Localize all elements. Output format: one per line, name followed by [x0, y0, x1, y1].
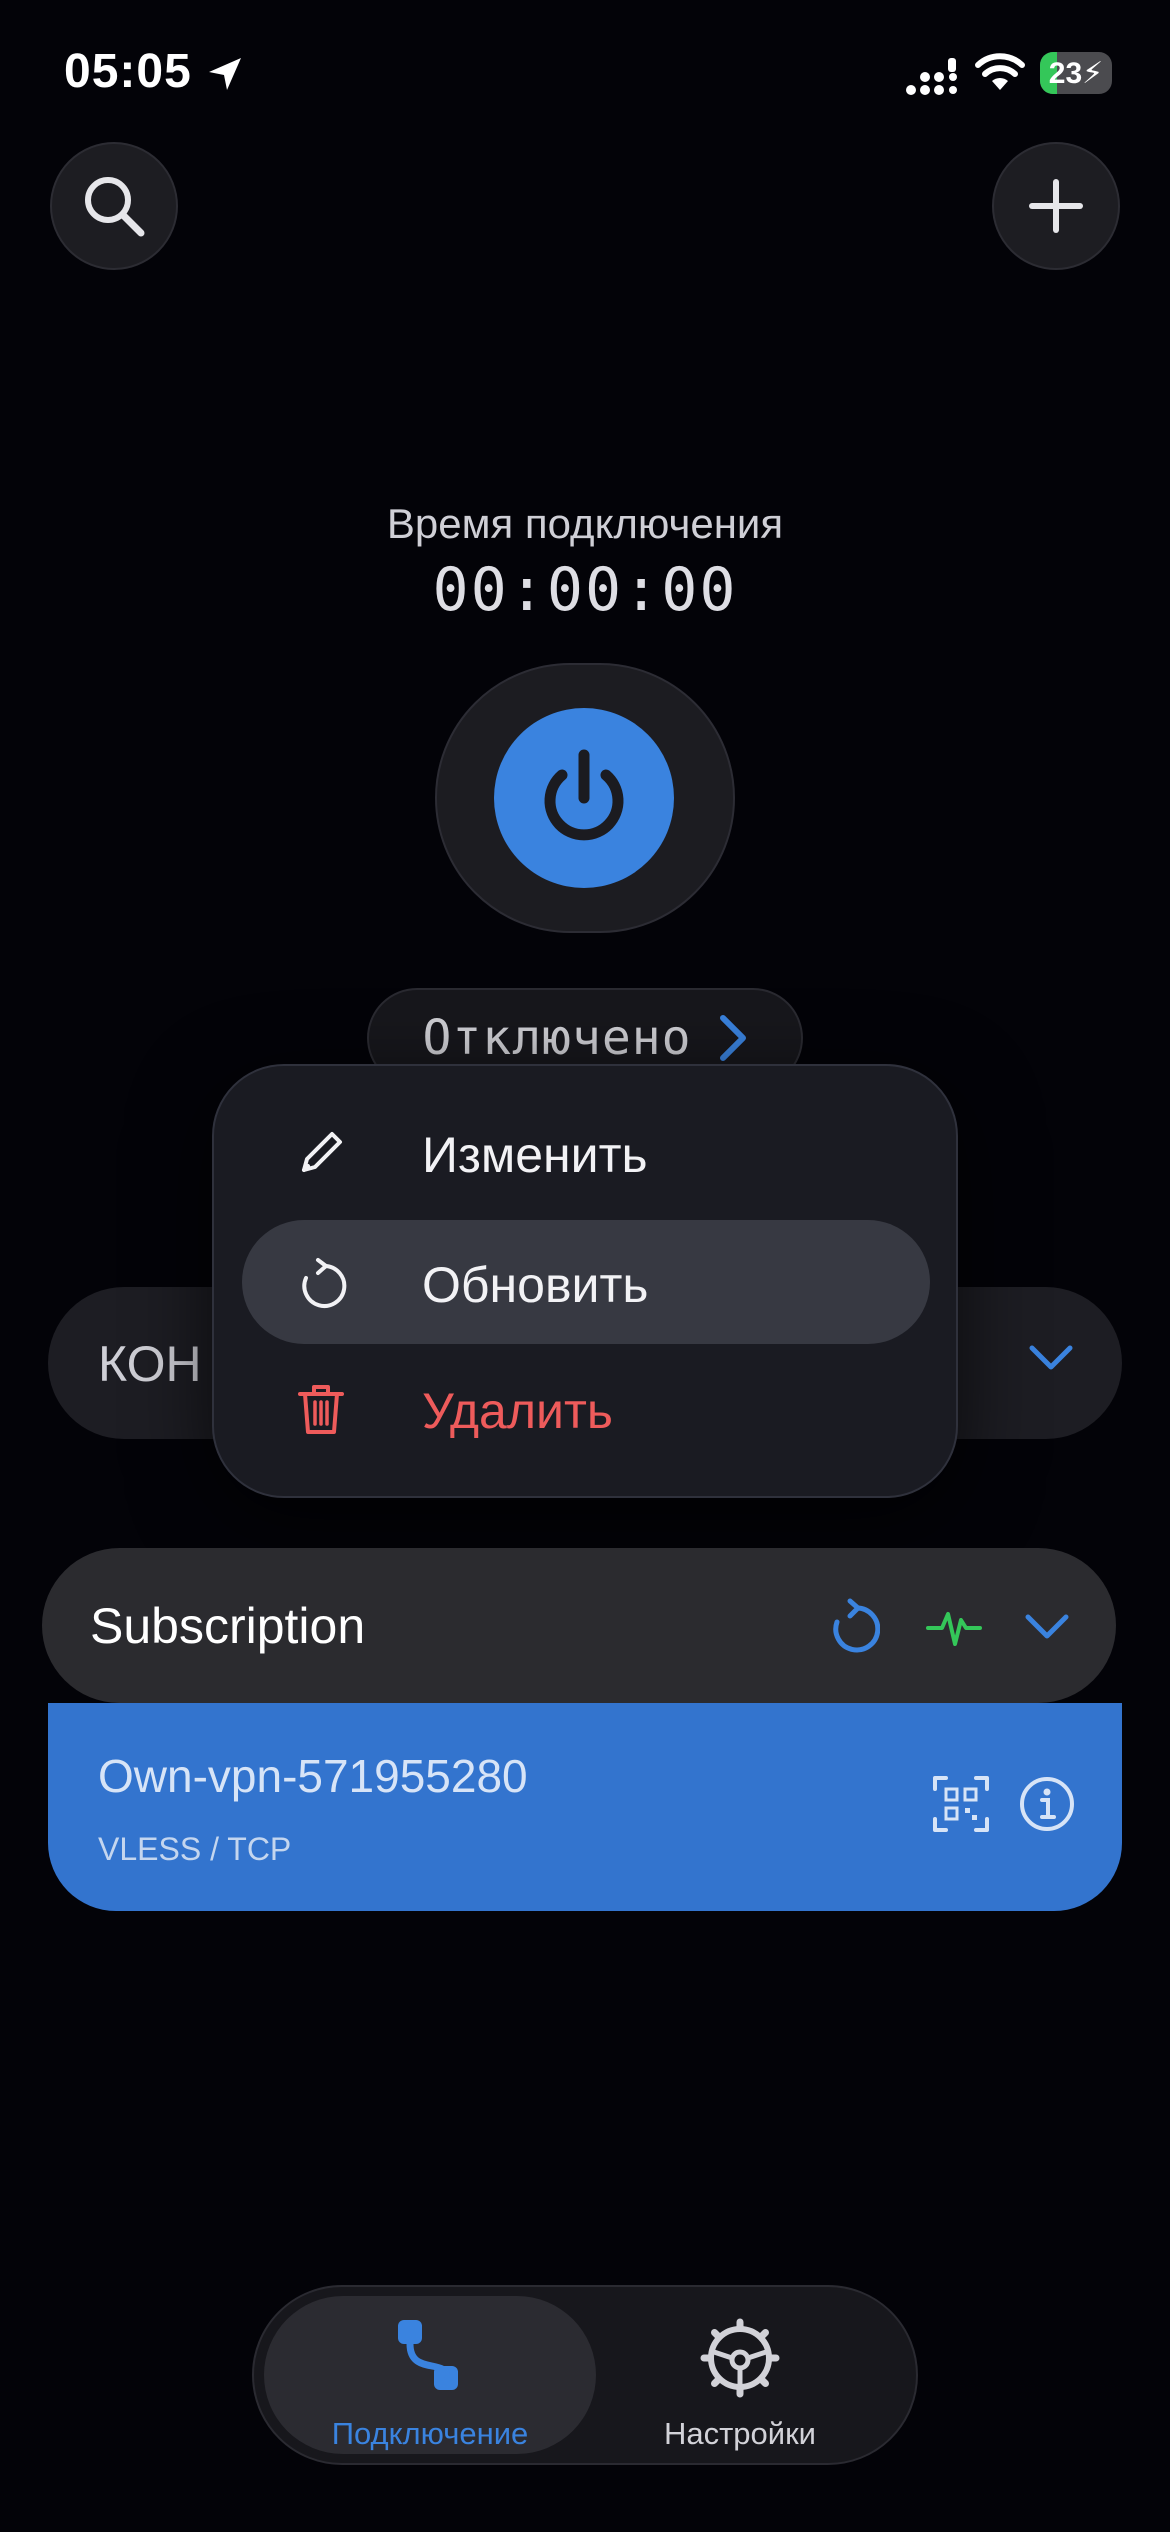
connection-time-label: Время подключения: [386, 500, 784, 547]
power-button[interactable]: [494, 708, 674, 888]
cellular-signal-icon: [906, 58, 957, 95]
health-check-icon[interactable]: [926, 1600, 982, 1654]
menu-item-edit[interactable]: Изменить: [242, 1090, 930, 1214]
tab-label: Настройки: [663, 2416, 816, 2451]
subscription-header[interactable]: Subscription: [42, 1548, 1116, 1703]
server-item[interactable]: Own-vpn-571955280 VLESS / TCP: [48, 1703, 1122, 1911]
location-arrow-icon: [209, 58, 241, 90]
refresh-subscription-icon[interactable]: [824, 1598, 880, 1656]
trash-icon: [298, 1385, 344, 1434]
chevron-down-icon[interactable]: [1024, 1612, 1070, 1642]
menu-item-label: Изменить: [422, 1127, 648, 1183]
config-label: КОН: [98, 1336, 202, 1392]
pencil-icon: [302, 1132, 342, 1172]
chevron-down-icon: [1029, 1345, 1073, 1370]
chevron-right-icon: [719, 1015, 746, 1061]
battery-indicator: 23⚡: [1040, 52, 1112, 94]
battery-level: 23: [1048, 57, 1083, 90]
server-name: Own-vpn-571955280: [98, 1750, 528, 1802]
menu-item-delete[interactable]: Удалить: [242, 1346, 930, 1470]
qr-code-icon[interactable]: [932, 1775, 990, 1833]
server-protocol: VLESS / TCP: [98, 1831, 292, 1867]
menu-item-label: Удалить: [422, 1383, 613, 1439]
search-icon: [85, 177, 145, 237]
status-time: 05:05: [64, 45, 192, 98]
tab-label: Подключение: [331, 2416, 529, 2451]
add-button[interactable]: [992, 142, 1120, 270]
route-icon: [398, 2320, 458, 2390]
tab-settings[interactable]: Настройки: [574, 2296, 906, 2454]
context-menu: Изменить Обновить Удалить: [212, 1064, 958, 1498]
connection-timer: 00:00:00: [432, 555, 738, 625]
menu-item-label: Обновить: [422, 1257, 649, 1313]
connection-status-text: Отключено: [422, 1010, 692, 1066]
info-icon[interactable]: [1018, 1775, 1076, 1833]
power-icon: [544, 749, 624, 841]
tab-connection[interactable]: Подключение: [264, 2296, 596, 2454]
search-button[interactable]: [50, 142, 178, 270]
wifi-icon: [975, 53, 1025, 90]
subscription-title: Subscription: [90, 1598, 366, 1654]
menu-item-refresh[interactable]: Обновить: [242, 1220, 930, 1344]
gear-steering-icon: [700, 2318, 780, 2398]
plus-icon: [1029, 179, 1083, 233]
charging-bolt-icon: ⚡: [1082, 57, 1104, 90]
refresh-icon: [302, 1258, 347, 1308]
